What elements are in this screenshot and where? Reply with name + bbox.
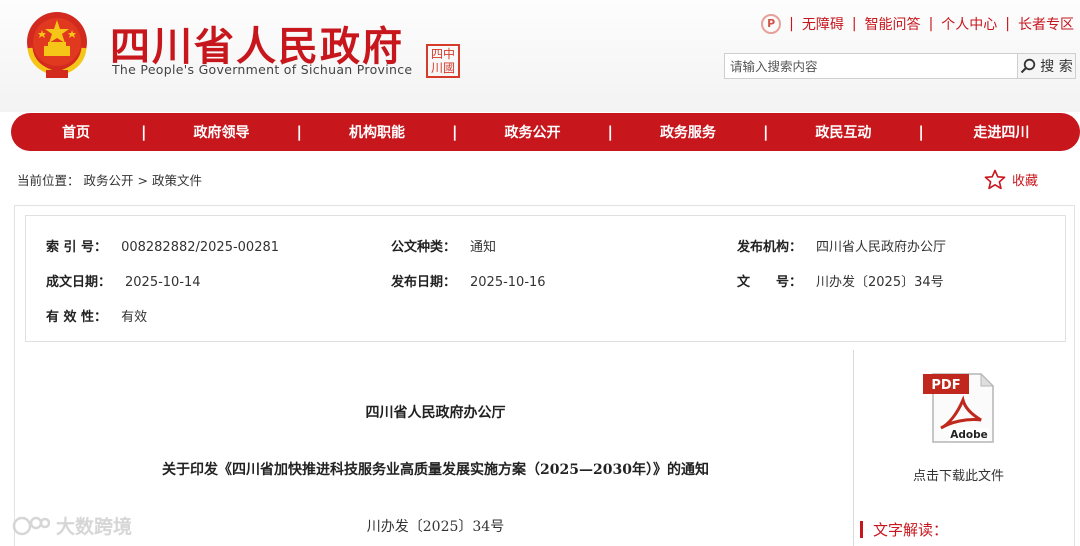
nav-institutions[interactable]: 机构职能 xyxy=(302,122,452,142)
top-links: P | 无障碍 | 智能问答 | 个人中心 | 长者专区 xyxy=(761,14,1074,34)
breadcrumb-prefix: 当前位置： xyxy=(17,173,80,188)
validity-value: 有效 xyxy=(121,310,148,325)
nav-interaction[interactable]: 政民互动 xyxy=(768,122,918,142)
link-accessibility[interactable]: 无障碍 xyxy=(802,14,844,34)
search-icon xyxy=(1021,58,1036,74)
pdf-icon[interactable]: PDF Adobe xyxy=(921,370,1001,446)
info-written-date: 成文日期： 2025-10-14 xyxy=(46,271,201,290)
nav-services[interactable]: 政务服务 xyxy=(613,122,763,142)
heading-accent-bar xyxy=(860,521,863,538)
national-emblem-icon xyxy=(27,12,87,78)
breadcrumb-government-affairs[interactable]: 政务公开 xyxy=(84,173,134,188)
link-elderly-zone[interactable]: 长者专区 xyxy=(1018,14,1074,34)
svg-text:PDF: PDF xyxy=(931,378,960,393)
info-document-number: 文 号： 川办发〔2025〕34号 xyxy=(737,271,944,290)
watermark-logo-icon xyxy=(12,516,50,535)
seal-logo: 四中 川國 xyxy=(426,44,460,78)
search-button-label: 搜 索 xyxy=(1040,59,1073,75)
info-published-date: 发布日期： 2025-10-16 xyxy=(391,271,546,290)
breadcrumb-policy-documents[interactable]: 政策文件 xyxy=(152,173,202,188)
favorite-label: 收藏 xyxy=(1012,174,1039,189)
nav-leaders[interactable]: 政府领导 xyxy=(146,122,296,142)
download-link[interactable]: 点击下载此文件 xyxy=(856,465,1061,484)
accessibility-icon[interactable]: P xyxy=(761,14,782,34)
page: 四川省人民政府 The People's Government of Sichu… xyxy=(0,0,1080,546)
published-date-value: 2025-10-16 xyxy=(470,275,546,290)
search-box: 搜 索 xyxy=(724,53,1076,79)
nav-government-affairs[interactable]: 政务公开 xyxy=(457,122,607,142)
info-validity: 有 效 性： 有效 xyxy=(46,306,147,325)
written-date-value: 2025-10-14 xyxy=(125,275,201,290)
info-index: 索 引 号： 008282882/2025-00281 xyxy=(46,236,279,255)
published-date-label: 发布日期： xyxy=(391,275,457,290)
site-subtitle: The People's Government of Sichuan Provi… xyxy=(112,62,413,77)
link-smart-qa[interactable]: 智能问答 xyxy=(865,14,921,34)
breadcrumb-separator: > xyxy=(137,173,148,188)
nav-home[interactable]: 首页 xyxy=(11,122,141,142)
document-title: 关于印发《四川省加快推进科技服务业高质量发展实施方案（2025—2030年）》的… xyxy=(162,462,709,478)
category-value: 通知 xyxy=(470,240,497,255)
breadcrumb: 当前位置： 政务公开 > 政策文件 xyxy=(17,170,202,189)
written-date-label: 成文日期： xyxy=(46,275,112,290)
svg-text:Adobe: Adobe xyxy=(950,429,988,441)
search-input[interactable] xyxy=(725,54,1019,78)
star-icon xyxy=(984,169,1006,190)
link-personal-center[interactable]: 个人中心 xyxy=(941,14,997,34)
document-issuer: 四川省人民政府办公厅 xyxy=(365,405,506,421)
nav-about-sichuan[interactable]: 走进四川 xyxy=(924,122,1079,142)
index-label: 索 引 号： xyxy=(46,240,108,255)
document-number-label: 文 号： xyxy=(737,275,803,290)
category-label: 公文种类： xyxy=(391,240,457,255)
main-nav: 首页 | 政府领导 | 机构职能 | 政务公开 | 政务服务 | 政民互动 | … xyxy=(11,113,1080,151)
index-value: 008282882/2025-00281 xyxy=(121,240,280,255)
info-publisher: 发布机构： 四川省人民政府办公厅 xyxy=(737,236,946,255)
header: 四川省人民政府 The People's Government of Sichu… xyxy=(0,0,1080,112)
document-number-value: 川办发〔2025〕34号 xyxy=(816,275,944,290)
document-info-table: 索 引 号： 008282882/2025-00281 公文种类： 通知 发布机构：… xyxy=(25,215,1066,342)
favorite-button[interactable]: 收藏 xyxy=(984,169,1038,190)
publisher-value: 四川省人民政府办公厅 xyxy=(816,240,947,255)
watermark: 大数跨境 xyxy=(10,512,132,539)
info-category: 公文种类： 通知 xyxy=(391,236,496,255)
interpretation-label: 文字解读： xyxy=(873,521,949,539)
watermark-text: 大数跨境 xyxy=(56,516,133,538)
validity-label: 有 效 性： xyxy=(46,310,108,325)
publisher-label: 发布机构： xyxy=(737,240,803,255)
interpretation-heading: 文字解读： xyxy=(860,519,948,540)
search-button[interactable]: 搜 索 xyxy=(1017,54,1075,78)
